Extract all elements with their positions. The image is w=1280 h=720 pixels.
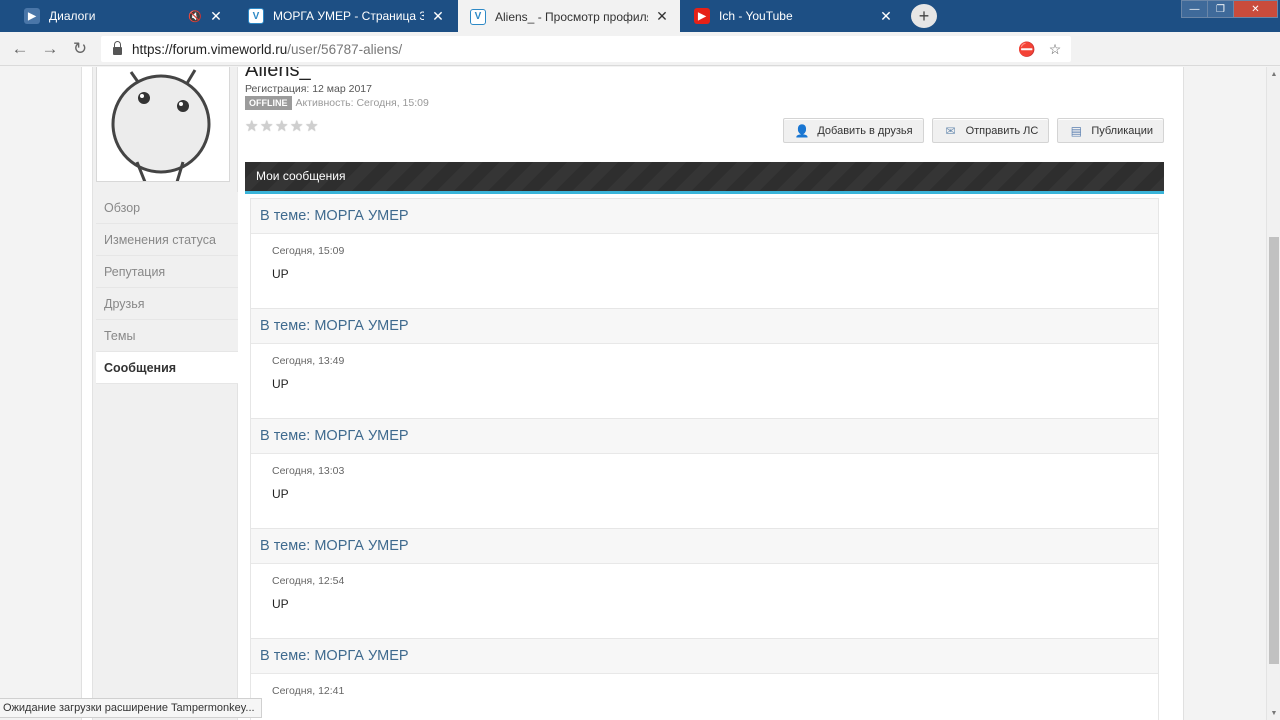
forward-arrow-icon[interactable]: → xyxy=(38,38,62,60)
browser-tab-profile[interactable]: V Aliens_ - Просмотр профиля - VimeWorld… xyxy=(458,0,680,33)
browser-tab-morga[interactable]: V МОРГА УМЕР - Страница 3 - Жалобы ✕ xyxy=(236,0,456,32)
list-item: В теме: МОРГА УМЕР Сегодня, 12:41 xyxy=(250,639,1159,720)
sidebar-item-overview[interactable]: Обзор xyxy=(96,192,238,224)
sidebar-item-reputation[interactable]: Репутация xyxy=(96,256,238,288)
profile-actions: 👤 Добавить в друзья ✉ Отправить ЛС ▤ Пуб… xyxy=(775,118,1164,143)
minimize-window-button[interactable]: — xyxy=(1181,0,1208,18)
back-arrow-icon[interactable]: ← xyxy=(8,38,32,60)
profile-side-menu: Обзор Изменения статуса Репутация Друзья… xyxy=(96,192,238,384)
list-item: В теме: МОРГА УМЕР Сегодня, 13:03 UP xyxy=(250,419,1159,529)
youtube-icon: ▶ xyxy=(694,8,710,24)
message-text: UP xyxy=(272,487,289,501)
page: Обзор Изменения статуса Репутация Друзья… xyxy=(0,67,1266,720)
publications-button[interactable]: ▤ Публикации xyxy=(1057,118,1164,143)
status-badge: OFFLINE xyxy=(245,96,292,110)
sidebar-item-friends[interactable]: Друзья xyxy=(96,288,238,320)
message-text: UP xyxy=(272,377,289,391)
scroll-up-arrow-icon[interactable]: ▲ xyxy=(1267,67,1280,81)
close-tab-icon[interactable]: ✕ xyxy=(208,8,224,25)
lock-icon xyxy=(113,40,122,55)
new-tab-button[interactable]: + xyxy=(911,4,937,28)
messages-list: В теме: МОРГА УМЕР Сегодня, 15:09 UP В т… xyxy=(250,198,1159,720)
url-host: https://forum.vimeworld.ru xyxy=(132,41,288,57)
close-tab-icon[interactable]: ✕ xyxy=(430,8,446,25)
vimeworld-icon: V xyxy=(248,8,264,24)
messages-section-header: Мои сообщения xyxy=(245,162,1164,194)
maximize-window-button[interactable]: ❐ xyxy=(1207,0,1234,18)
address-bar[interactable]: https://forum.vimeworld.ru/user/56787-al… xyxy=(101,36,1071,62)
star-icon: ★ xyxy=(245,118,259,135)
list-item: В теме: МОРГА УМЕР Сегодня, 12:54 UP xyxy=(250,529,1159,639)
message-topic-link[interactable]: В теме: МОРГА УМЕР xyxy=(251,419,1158,454)
send-pm-label: Отправить ЛС xyxy=(965,124,1039,137)
speaker-muted-icon[interactable]: 🔇 xyxy=(188,10,202,23)
list-item: В теме: МОРГА УМЕР Сегодня, 13:49 UP xyxy=(250,309,1159,419)
browser-tab-strip: ▶ Диалоги 🔇 ✕ V МОРГА УМЕР - Страница 3 … xyxy=(0,0,1280,33)
bookmark-star-icon[interactable]: ☆ xyxy=(1045,39,1065,59)
star-icon: ★ xyxy=(260,118,274,135)
document-icon: ▤ xyxy=(1070,123,1082,138)
message-date: Сегодня, 13:03 xyxy=(272,465,345,477)
browser-tab-youtube[interactable]: ▶ Ich - YouTube ✕ xyxy=(682,0,904,32)
profile-username: Aliens_ xyxy=(245,67,311,81)
close-tab-icon[interactable]: ✕ xyxy=(878,8,894,25)
browser-status-bubble: Ожидание загрузки расширение Tampermonke… xyxy=(0,698,262,718)
activity-text: Активность: Сегодня, 15:09 xyxy=(295,97,429,109)
add-friend-button[interactable]: 👤 Добавить в друзья xyxy=(783,118,924,143)
avatar-rabbit-image xyxy=(111,69,211,181)
tab-title: Диалоги xyxy=(49,9,96,23)
tab-title: Ich - YouTube xyxy=(719,9,793,23)
envelope-icon: ✉ xyxy=(945,123,956,138)
message-date: Сегодня, 12:54 xyxy=(272,575,345,587)
url-path: /user/56787-aliens/ xyxy=(287,41,403,57)
list-item: В теме: МОРГА УМЕР Сегодня, 15:09 UP xyxy=(250,198,1159,309)
registration-date: Регистрация: 12 мар 2017 xyxy=(245,83,372,95)
message-date: Сегодня, 13:49 xyxy=(272,355,345,367)
message-topic-link[interactable]: В теме: МОРГА УМЕР xyxy=(251,199,1158,234)
message-topic-link[interactable]: В теме: МОРГА УМЕР xyxy=(251,639,1158,674)
message-text xyxy=(272,697,1158,707)
message-date: Сегодня, 12:41 xyxy=(272,685,345,697)
add-friend-label: Добавить в друзья xyxy=(817,124,913,137)
add-user-icon: 👤 xyxy=(794,123,810,138)
star-icon: ★ xyxy=(290,118,304,135)
message-date: Сегодня, 15:09 xyxy=(272,245,345,257)
tab-title: МОРГА УМЕР - Страница 3 - Жалобы xyxy=(273,9,424,23)
message-text: UP xyxy=(272,597,289,611)
browser-toolbar: ← → ↻ https://forum.vimeworld.ru/user/56… xyxy=(0,32,1280,94)
blocked-content-icon[interactable]: ⛔ xyxy=(1017,39,1037,59)
page-scrollbar[interactable]: ▲ ▼ xyxy=(1266,67,1280,720)
profile-content: Aliens_ Регистрация: 12 мар 2017 OFFLINE… xyxy=(245,67,1164,720)
send-pm-button[interactable]: ✉ Отправить ЛС xyxy=(931,118,1050,143)
star-icon: ★ xyxy=(275,118,289,135)
message-topic-link[interactable]: В теме: МОРГА УМЕР xyxy=(251,529,1158,564)
sidebar-item-messages[interactable]: Сообщения xyxy=(96,352,238,384)
message-topic-link[interactable]: В теме: МОРГА УМЕР xyxy=(251,309,1158,344)
reload-icon[interactable]: ↻ xyxy=(68,38,92,60)
status-line: OFFLINE Активность: Сегодня, 15:09 xyxy=(245,96,429,110)
sidebar-item-status-changes[interactable]: Изменения статуса xyxy=(96,224,238,256)
star-icon: ★ xyxy=(305,118,319,135)
scroll-thumb[interactable] xyxy=(1269,237,1279,664)
vk-icon: ▶ xyxy=(24,8,40,24)
tab-title: Aliens_ - Просмотр профиля - VimeWorld xyxy=(495,9,648,24)
vimeworld-icon: V xyxy=(470,8,486,25)
publications-label: Публикации xyxy=(1091,124,1153,137)
close-window-button[interactable]: ✕ xyxy=(1233,0,1278,18)
avatar[interactable] xyxy=(96,67,230,182)
profile-wrapper: Обзор Изменения статуса Репутация Друзья… xyxy=(81,67,1184,720)
close-tab-icon[interactable]: ✕ xyxy=(654,8,670,25)
browser-tab-dialogs[interactable]: ▶ Диалоги 🔇 ✕ xyxy=(12,0,234,32)
rating-stars[interactable]: ★ ★ ★ ★ ★ xyxy=(245,119,320,134)
scroll-down-arrow-icon[interactable]: ▼ xyxy=(1267,706,1280,720)
message-text: UP xyxy=(272,267,289,281)
sidebar-item-topics[interactable]: Темы xyxy=(96,320,238,352)
